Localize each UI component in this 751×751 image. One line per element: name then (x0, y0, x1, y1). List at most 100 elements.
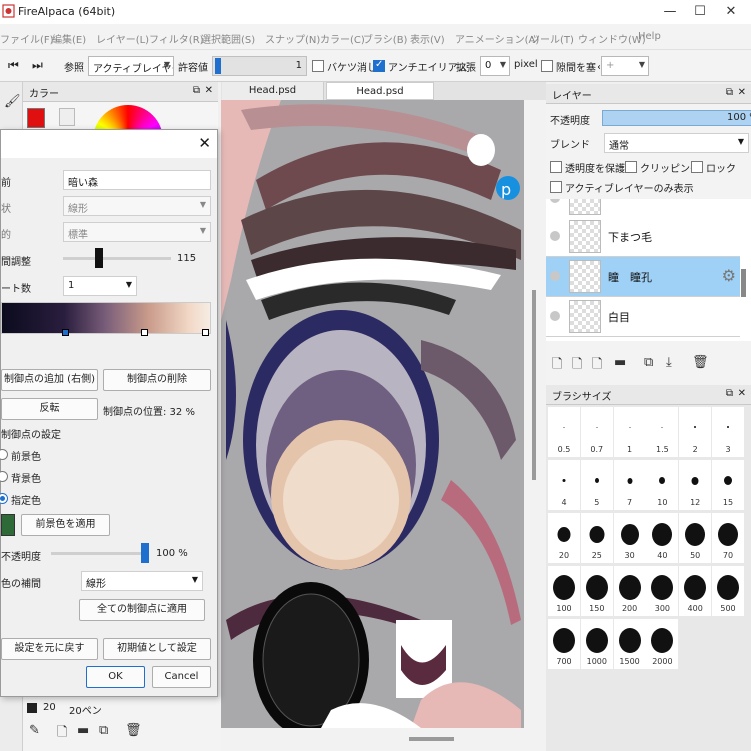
count-select[interactable]: 1 ▼ (63, 276, 137, 296)
new-file-icon[interactable]: 🗋 (57, 723, 67, 745)
new-layer-icon[interactable]: 🗋 (552, 355, 562, 377)
vertical-scroll-thumb[interactable] (532, 290, 536, 480)
delete-point-button[interactable]: 制御点の削除 (103, 369, 211, 391)
trash-icon[interactable]: 🗑 (125, 723, 142, 738)
menu-color[interactable]: カラー(C) (320, 31, 365, 46)
brush-size-cell[interactable]: 100 (548, 566, 580, 616)
visibility-icon[interactable] (550, 231, 560, 241)
specified-color-swatch[interactable] (1, 514, 15, 536)
close-window-button[interactable]: ✕ (711, 2, 751, 22)
layer-list-scroll-thumb[interactable] (741, 269, 746, 297)
menu-selection[interactable]: 選択範囲(S) (201, 31, 255, 46)
trash-icon[interactable]: 🗑 (692, 355, 709, 370)
dialog-close-icon[interactable]: ✕ (198, 134, 211, 152)
brush-size-cell[interactable]: 30 (613, 513, 646, 563)
brush-size-cell[interactable]: 2000 (646, 619, 679, 669)
brush-size-cell[interactable]: 20 (548, 513, 580, 563)
opacity-slider-handle[interactable] (141, 543, 149, 563)
horizontal-scroll-thumb[interactable] (409, 737, 454, 741)
brush-size-cell[interactable]: 200 (613, 566, 646, 616)
close-panel-icon[interactable]: ✕ (738, 388, 746, 399)
name-input[interactable]: 暗い森 (63, 170, 211, 190)
brush-size-cell[interactable]: 50 (679, 513, 712, 563)
blend-mode-select[interactable]: 通常 ▼ (604, 133, 749, 153)
brush-size-cell[interactable]: 500 (712, 566, 744, 616)
duplicate-layer-icon[interactable]: ⧉ (644, 355, 653, 370)
menu-animation[interactable]: アニメーション(A) (455, 31, 539, 46)
menu-snap[interactable]: スナップ(N) (265, 31, 320, 46)
foreground-color-swatch[interactable] (27, 108, 45, 128)
reverse-button[interactable]: 反転 (1, 398, 98, 420)
close-panel-icon[interactable]: ✕ (205, 85, 213, 96)
brush-size-cell[interactable]: 150 (580, 566, 613, 616)
spacing-slider-handle[interactable] (95, 248, 103, 268)
brush-size-cell[interactable]: 400 (679, 566, 712, 616)
fill-gaps-select[interactable]: + ▼ (601, 56, 649, 76)
undock-icon[interactable]: ⧉ (726, 87, 733, 98)
menu-tools[interactable]: ツール(T) (530, 31, 574, 46)
prev-frame-icon[interactable]: ⏮ (8, 58, 19, 73)
brush-size-cell[interactable]: 1500 (613, 619, 646, 669)
clipping-checkbox[interactable] (625, 161, 637, 173)
drawing-canvas[interactable]: p (221, 100, 524, 728)
undock-icon[interactable]: ⧉ (193, 85, 200, 96)
brush-size-cell[interactable]: 1.5 (646, 407, 679, 457)
layer-row[interactable] (546, 199, 740, 219)
menu-help[interactable]: Help (638, 31, 661, 42)
brush-size-cell[interactable]: 25 (580, 513, 613, 563)
new-1bit-layer-icon[interactable]: 🗋 (592, 355, 602, 377)
brush-size-cell[interactable]: 4 (548, 460, 580, 510)
opacity-slider[interactable] (51, 552, 146, 555)
ok-button[interactable]: OK (86, 666, 145, 688)
reference-select[interactable]: アクティブレイヤー ▼ (88, 56, 174, 76)
brush-size-cell[interactable]: 0.7 (580, 407, 613, 457)
tab-head-psd-2[interactable]: Head.psd (326, 82, 434, 100)
menu-file[interactable]: ファイル(F) (0, 31, 54, 46)
antialias-checkbox[interactable] (373, 59, 385, 72)
folder-icon[interactable]: ▬ (77, 723, 89, 738)
brush-size-cell[interactable]: 12 (679, 460, 712, 510)
cancel-button[interactable]: Cancel (152, 666, 211, 688)
menu-edit[interactable]: 編集(E) (52, 31, 86, 46)
bucket-erase-checkbox[interactable] (312, 60, 324, 72)
active-only-checkbox[interactable] (550, 181, 562, 193)
tab-head-psd-1[interactable]: Head.psd (222, 82, 324, 100)
menu-layer[interactable]: レイヤー(L) (96, 31, 149, 46)
protect-alpha-checkbox[interactable] (550, 161, 562, 173)
transparent-color-swatch[interactable] (59, 108, 75, 126)
brush-size-cell[interactable]: 1 (613, 407, 646, 457)
brush-size-cell[interactable]: 3 (712, 407, 744, 457)
menu-brush[interactable]: ブラシ(B) (363, 31, 407, 46)
gradient-preview-bar[interactable] (1, 302, 211, 336)
gradient-stop-handle[interactable] (202, 329, 209, 336)
canvas-vertical-scrollbar[interactable] (524, 100, 546, 728)
brush-size-cell[interactable]: 40 (646, 513, 679, 563)
menu-view[interactable]: 表示(V) (410, 31, 445, 46)
menu-filter[interactable]: フィルタ(R) (149, 31, 204, 46)
brush-size-cell[interactable]: 15 (712, 460, 744, 510)
canvas-horizontal-scrollbar[interactable] (221, 728, 546, 751)
specified-color-radio[interactable] (0, 493, 8, 504)
undock-icon[interactable]: ⧉ (726, 388, 733, 399)
visibility-icon[interactable] (550, 311, 560, 321)
gradient-stop-handle[interactable] (62, 329, 69, 336)
brush-size-cell[interactable]: 2 (679, 407, 712, 457)
menu-window[interactable]: ウィンドウ(W) (578, 31, 646, 46)
next-frame-icon[interactable]: ⏭ (32, 58, 43, 73)
expand-select[interactable]: 0 ▼ (480, 56, 510, 76)
brush-size-cell[interactable]: 1000 (580, 619, 613, 669)
layer-row-selected[interactable]: 瞳 瞳孔 ⚙ (546, 257, 740, 297)
folder-icon[interactable]: ▬ (614, 355, 626, 370)
visibility-icon[interactable] (550, 271, 560, 281)
tolerance-slider-handle[interactable] (215, 58, 221, 74)
brush-size-cell[interactable]: 700 (548, 619, 580, 669)
gear-icon[interactable]: ⚙ (722, 266, 736, 285)
add-brush-icon[interactable]: ✎ (29, 723, 40, 738)
apply-all-points-button[interactable]: 全ての制御点に適用 (79, 599, 205, 621)
brush-name[interactable]: 20ペン (69, 702, 102, 717)
duplicate-icon[interactable]: ⧉ (99, 723, 108, 738)
set-default-button[interactable]: 初期値として設定 (103, 638, 211, 660)
new-8bit-layer-icon[interactable]: 🗋 (572, 355, 582, 377)
apply-foreground-button[interactable]: 前景色を適用 (21, 514, 110, 536)
brush-size-cell[interactable]: 10 (646, 460, 679, 510)
